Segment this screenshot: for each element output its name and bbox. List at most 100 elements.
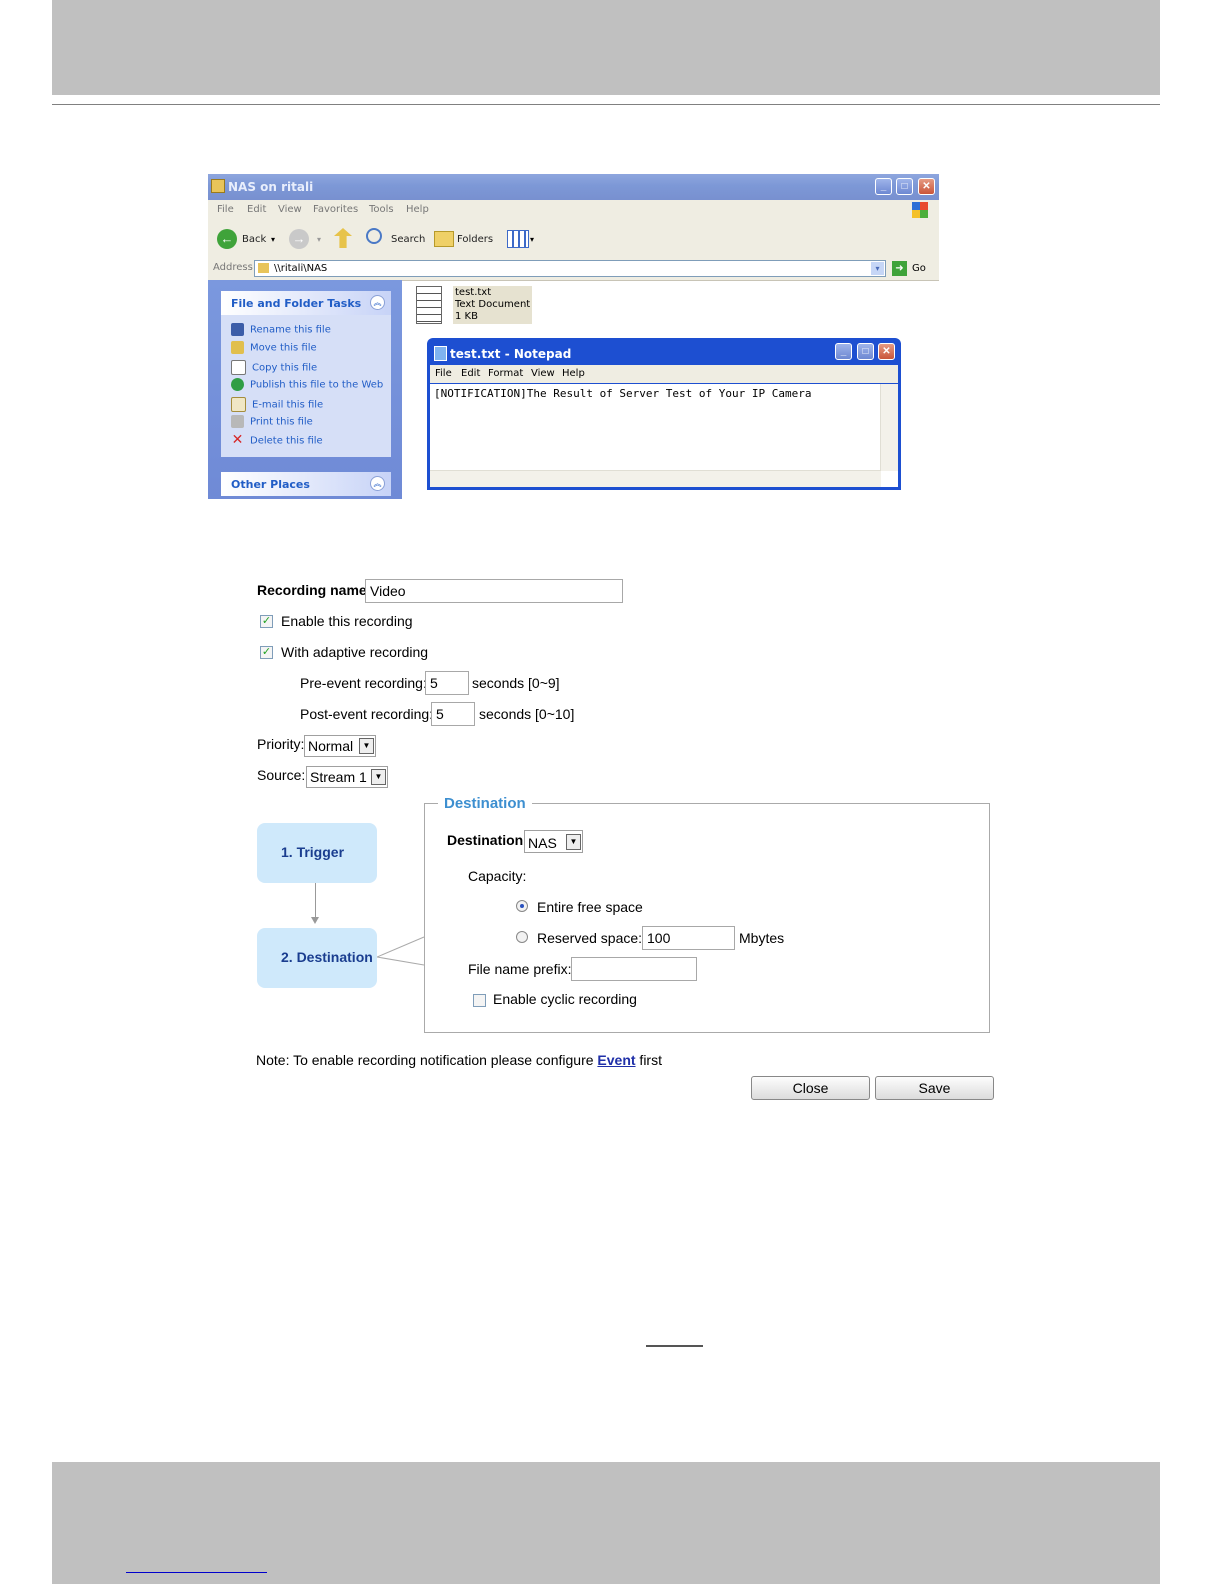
- np-menu-help[interactable]: Help: [562, 368, 585, 379]
- notepad-minimize-button[interactable]: _: [835, 343, 852, 360]
- cyclic-recording-checkbox[interactable]: [473, 994, 486, 1007]
- post-event-unit: seconds [0~10]: [479, 706, 575, 722]
- other-places-title: Other Places: [231, 478, 310, 491]
- text-file-icon[interactable]: [416, 286, 442, 324]
- np-menu-view[interactable]: View: [531, 368, 555, 379]
- delete-x-icon: ✕: [231, 432, 244, 448]
- menu-file[interactable]: File: [217, 204, 234, 215]
- forward-arrow-icon[interactable]: →: [289, 229, 309, 249]
- close-window-button[interactable]: ✕: [918, 178, 935, 195]
- dropdown-arrow-icon: ▼: [359, 738, 374, 754]
- notepad-menubar: File Edit Format View Help: [430, 365, 898, 383]
- views-dropdown-icon[interactable]: ▾: [530, 235, 534, 244]
- up-folder-icon[interactable]: [334, 228, 352, 248]
- task-delete[interactable]: ✕ Delete this file: [231, 432, 323, 448]
- menu-favorites[interactable]: Favorites: [313, 204, 358, 215]
- file-name-prefix-input[interactable]: [571, 957, 697, 981]
- collapse-chevron-icon[interactable]: ︽: [370, 295, 385, 310]
- destination-value: NAS: [528, 835, 557, 851]
- entire-free-space-radio[interactable]: [516, 900, 528, 912]
- search-icon[interactable]: [366, 228, 382, 244]
- file-item[interactable]: test.txt Text Document 1 KB: [453, 286, 533, 324]
- horizontal-scrollbar[interactable]: [430, 470, 881, 487]
- recording-name-input[interactable]: Video: [365, 579, 623, 603]
- explorer-titlebar: NAS on ritali _ □ ✕: [208, 174, 939, 200]
- forward-dropdown-icon[interactable]: ▾: [317, 235, 321, 244]
- step-pointer: [377, 936, 425, 966]
- destination-select[interactable]: NAS ▼: [524, 830, 583, 853]
- notepad-window: test.txt - Notepad _ □ ✕ File Edit Forma…: [427, 338, 901, 490]
- task-copy[interactable]: Copy this file: [231, 360, 317, 375]
- recording-name-label: Recording name:: [257, 582, 372, 598]
- copy-icon: [231, 360, 246, 375]
- windows-logo-icon: [912, 202, 928, 218]
- explorer-menubar: File Edit View Favorites Tools Help: [208, 200, 939, 223]
- notepad-text-area[interactable]: [NOTIFICATION]The Result of Server Test …: [430, 384, 898, 487]
- globe-icon: [231, 378, 244, 391]
- folders-icon[interactable]: [434, 231, 454, 247]
- save-button[interactable]: Save: [875, 1076, 994, 1100]
- note-text: Note: To enable recording notification p…: [256, 1052, 662, 1068]
- enable-recording-label: Enable this recording: [281, 613, 413, 629]
- task-rename[interactable]: Rename this file: [231, 323, 331, 336]
- menu-tools[interactable]: Tools: [369, 204, 394, 215]
- notepad-maximize-button[interactable]: □: [857, 343, 874, 360]
- file-folder-tasks-header[interactable]: File and Folder Tasks ︽: [221, 291, 391, 315]
- priority-value: Normal: [308, 738, 354, 754]
- reserved-space-input[interactable]: 100: [642, 926, 735, 950]
- collapse-chevron-icon[interactable]: ︽: [370, 476, 385, 491]
- np-menu-format[interactable]: Format: [488, 368, 523, 379]
- explorer-toolbar: ← Back ▾ → ▾ Search Folders ▾: [208, 222, 939, 259]
- back-arrow-icon[interactable]: ←: [217, 229, 237, 249]
- source-select[interactable]: Stream 1 ▼: [306, 766, 388, 788]
- maximize-button[interactable]: □: [896, 178, 913, 195]
- vertical-scrollbar[interactable]: [880, 384, 898, 471]
- go-arrow-icon[interactable]: ➜: [892, 261, 907, 276]
- task-email[interactable]: E-mail this file: [231, 397, 323, 412]
- step-connector: [315, 883, 316, 921]
- step-destination[interactable]: 2. Destination: [257, 928, 377, 988]
- address-dropdown-icon[interactable]: ▾: [871, 262, 884, 275]
- address-input[interactable]: \\ritali\NAS ▾: [254, 260, 886, 277]
- enable-recording-checkbox[interactable]: ✓: [260, 615, 273, 628]
- dropdown-arrow-icon: ▼: [371, 769, 386, 785]
- priority-select[interactable]: Normal ▼: [304, 735, 376, 757]
- notepad-close-button[interactable]: ✕: [878, 343, 895, 360]
- other-places-header[interactable]: Other Places ︽: [221, 472, 391, 496]
- address-value: \\ritali\NAS: [274, 263, 328, 274]
- pre-event-label: Pre-event recording:: [300, 675, 427, 691]
- footer-link-underline: [126, 1572, 267, 1573]
- task-publish[interactable]: Publish this file to the Web: [231, 378, 383, 391]
- step-trigger[interactable]: 1. Trigger: [257, 823, 377, 883]
- task-print[interactable]: Print this file: [231, 415, 313, 428]
- email-icon: [231, 397, 246, 412]
- folders-button-label[interactable]: Folders: [457, 234, 493, 245]
- task-pane: File and Folder Tasks ︽ Rename this file…: [208, 280, 402, 499]
- task-move[interactable]: Move this file: [231, 341, 317, 354]
- search-button-label[interactable]: Search: [391, 234, 425, 245]
- back-dropdown-icon[interactable]: ▾: [271, 235, 275, 244]
- reserved-space-radio[interactable]: [516, 931, 528, 943]
- np-menu-edit[interactable]: Edit: [461, 368, 480, 379]
- reserved-space-label: Reserved space:: [537, 930, 643, 946]
- capacity-label: Capacity:: [468, 868, 527, 884]
- rename-icon: [231, 323, 244, 336]
- menu-help[interactable]: Help: [406, 204, 429, 215]
- go-button-label[interactable]: Go: [912, 263, 926, 274]
- close-button[interactable]: Close: [751, 1076, 870, 1100]
- np-menu-file[interactable]: File: [435, 368, 452, 379]
- file-name: test.txt: [455, 287, 492, 298]
- post-event-input[interactable]: 5: [431, 702, 475, 726]
- address-bar: Address \\ritali\NAS ▾ ➜ Go: [208, 258, 939, 281]
- menu-edit[interactable]: Edit: [247, 204, 266, 215]
- header-rule: [52, 104, 1160, 105]
- event-link[interactable]: Event: [597, 1052, 635, 1068]
- minimize-button[interactable]: _: [875, 178, 892, 195]
- views-icon[interactable]: [507, 230, 529, 248]
- destination-label: Destination:: [447, 832, 528, 848]
- back-button-label[interactable]: Back: [242, 234, 266, 245]
- menu-view[interactable]: View: [278, 204, 302, 215]
- pre-event-input[interactable]: 5: [425, 671, 469, 695]
- adaptive-recording-checkbox[interactable]: ✓: [260, 646, 273, 659]
- source-value: Stream 1: [310, 769, 367, 785]
